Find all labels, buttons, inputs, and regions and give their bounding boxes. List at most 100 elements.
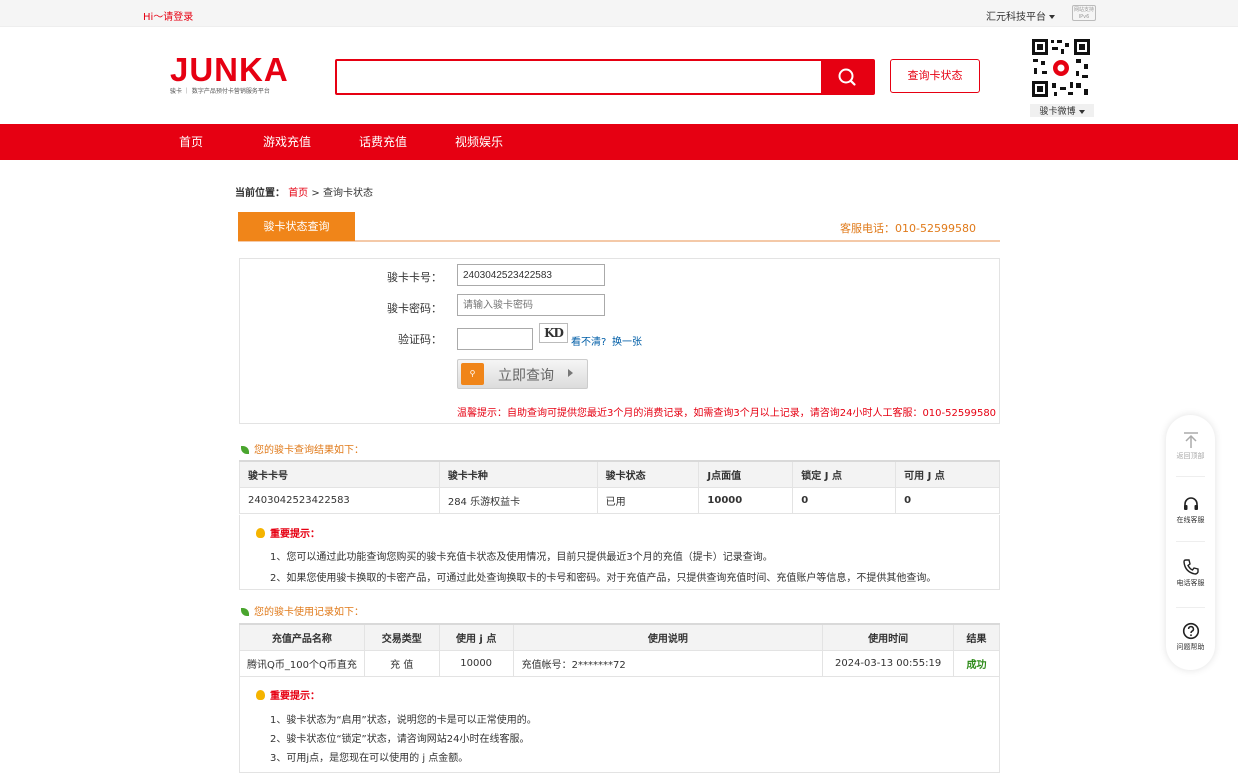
usage-notes: 重要提示： 1、骏卡状态为“启用”状态，说明您的卡是可以正常使用的。 2、骏卡状… (239, 677, 1000, 773)
breadcrumb-current: 查询卡状态 (322, 188, 373, 199)
platform-dropdown[interactable]: 汇元科技平台 (986, 8, 1055, 23)
table-header: 骏卡状态 (596, 460, 700, 488)
captcha-label: 验证码： (398, 333, 442, 346)
note-heading: 重要提示： (256, 687, 320, 702)
note-line: 2、骏卡状态位“锁定”状态，请咨询网站24小时在线客服。 (270, 734, 530, 745)
breadcrumb: 当前位置： 首页 > 查询卡状态 (235, 184, 373, 199)
online-service-button[interactable]: 在线客服 (1166, 495, 1215, 525)
captcha-image[interactable]: KD (539, 323, 568, 343)
breadcrumb-label: 当前位置： (235, 188, 285, 199)
table-header: 充值产品名称 (239, 623, 365, 651)
top-bar: Hi～请登录 汇元科技平台 网站支持 IPv6 (0, 0, 1238, 27)
ipv6-badge: 网站支持 IPv6 (1072, 5, 1096, 21)
weibo-qr[interactable]: 骏卡微博 (1030, 37, 1094, 117)
submit-query-label: 立即查询 (498, 368, 554, 384)
phone-service-button[interactable]: 电话客服 (1166, 558, 1215, 588)
result-notes: 重要提示： 1、您可以通过此功能查询您购买的骏卡充值卡状态及使用情况，目前只提供… (239, 515, 1000, 590)
note-heading-text: 重要提示： (270, 691, 320, 702)
tab-bar: 骏卡状态查询 客服电话：010-52599580 (238, 212, 1000, 242)
caret-down-icon (1078, 109, 1085, 114)
table-header: 骏卡卡号 (239, 460, 440, 488)
search-button[interactable] (821, 61, 873, 93)
help-label: 问题帮助 (1176, 643, 1205, 651)
nav-item-video[interactable]: 视频娱乐 (455, 124, 503, 160)
online-service-label: 在线客服 (1176, 516, 1205, 524)
card-password-input[interactable] (457, 294, 605, 316)
cell-transaction-type: 充 值 (363, 649, 440, 677)
card-number-input[interactable] (457, 264, 605, 286)
card-password-label: 骏卡密码： (387, 302, 442, 315)
back-to-top-label: 返回顶部 (1176, 452, 1205, 460)
help-button[interactable]: 问题帮助 (1166, 622, 1215, 652)
search-input[interactable] (337, 61, 821, 93)
cell-card-type: 284 乐游权益卡 (438, 486, 598, 514)
table-header: 使用 j 点 (438, 623, 514, 651)
tab-card-status-query[interactable]: 骏卡状态查询 (238, 212, 355, 241)
qr-code-icon (1030, 37, 1092, 99)
arrow-up-icon (1183, 432, 1198, 448)
search-icon (838, 68, 856, 86)
change-captcha-link[interactable]: 换一张 (612, 333, 642, 348)
leaf-icon (241, 608, 249, 616)
note-heading: 重要提示： (256, 525, 320, 540)
caret-down-icon (1049, 15, 1055, 19)
floating-sidebar: 返回顶部 在线客服 电话客服 问题帮助 (1166, 415, 1215, 670)
result-table: 骏卡卡号 骏卡卡种 骏卡状态 J点面值 锁定 J 点 可用 J 点 240304… (239, 460, 1000, 514)
nav-item-home[interactable]: 首页 (179, 124, 203, 160)
table-header: 使用时间 (822, 623, 955, 651)
cell-product-name: 腾讯Q币_100个Q币直充 (239, 649, 365, 677)
result-title-text: 您的骏卡查询结果如下： (254, 445, 364, 456)
leaf-icon (241, 446, 249, 454)
search-box (335, 59, 875, 95)
lightbulb-icon (256, 690, 265, 700)
main-nav: 首页 游戏充值 话费充值 视频娱乐 (0, 124, 1238, 160)
table-header: J点面值 (698, 460, 794, 488)
usage-title-text: 您的骏卡使用记录如下： (254, 607, 364, 618)
cell-usage-description: 充值帐号：2*******72 (512, 649, 824, 677)
weibo-label-text: 骏卡微博 (1039, 107, 1076, 117)
reminder-tip: 温馨提示：自助查询可提供您最近3个月的消费记录，如需查询3个月以上记录，请咨询2… (457, 408, 997, 419)
note-line: 3、可用j点，是您现在可以使用的 j 点金额。 (270, 753, 469, 764)
result-section-title: 您的骏卡查询结果如下： (241, 441, 364, 456)
question-icon (1182, 622, 1199, 640)
usage-table: 充值产品名称 交易类型 使用 j 点 使用说明 使用时间 结果 腾讯Q币_100… (239, 623, 1000, 677)
cant-see-link[interactable]: 看不清? (571, 333, 606, 348)
cell-face-value: 10000 (698, 486, 794, 514)
nav-item-game-recharge[interactable]: 游戏充值 (263, 124, 311, 160)
cell-usage-time: 2024-03-13 00:55:19 (822, 649, 955, 677)
table-header: 结果 (953, 623, 1000, 651)
cell-used-points: 10000 (438, 649, 514, 677)
table-header: 使用说明 (512, 623, 824, 651)
platform-label: 汇元科技平台 (986, 12, 1046, 23)
ipv6-badge-line2: IPv6 (1078, 14, 1090, 20)
lightbulb-icon (256, 528, 265, 538)
logo[interactable]: JUNKA 骏卡 ｜ 数字产品预付卡营销服务平台 (170, 51, 289, 95)
arrow-right-icon (568, 369, 573, 377)
cell-result: 成功 (953, 649, 1000, 677)
breadcrumb-sep: > (311, 188, 320, 199)
login-link[interactable]: Hi～请登录 (143, 8, 193, 23)
table-header: 锁定 J 点 (792, 460, 897, 488)
divider (1176, 476, 1205, 477)
submit-query-button[interactable]: ⚲ 立即查询 (457, 359, 588, 389)
note-line: 1、您可以通过此功能查询您购买的骏卡充值卡状态及使用情况，目前只提供最近3个月的… (270, 552, 773, 563)
captcha-input[interactable] (457, 328, 533, 350)
note-heading-text: 重要提示： (270, 529, 320, 540)
cell-locked-points: 0 (792, 486, 897, 514)
divider (1176, 607, 1205, 608)
note-line: 2、如果您使用骏卡换取的卡密产品，可通过此处查询换取卡的卡号和密码。对于充值产品… (270, 573, 937, 584)
table-header: 交易类型 (363, 623, 440, 651)
cell-available-points: 0 (895, 486, 1000, 514)
header: JUNKA 骏卡 ｜ 数字产品预付卡营销服务平台 查询卡状态 骏卡微博 (0, 27, 1238, 124)
phone-icon (1182, 559, 1199, 575)
service-phone: 客服电话：010-52599580 (840, 222, 976, 235)
nav-item-phone-recharge[interactable]: 话费充值 (359, 124, 407, 160)
back-to-top-button[interactable]: 返回顶部 (1166, 431, 1215, 461)
cell-card-number: 2403042523422583 (239, 486, 440, 514)
table-header: 骏卡卡种 (438, 460, 598, 488)
logo-wordmark: JUNKA (170, 51, 289, 88)
breadcrumb-home[interactable]: 首页 (288, 188, 308, 199)
query-card-status-button[interactable]: 查询卡状态 (890, 59, 980, 93)
query-form: 骏卡卡号： 骏卡密码： 验证码： KD 看不清? 换一张 ⚲ 立即查询 温馨提示… (239, 258, 1000, 424)
usage-section-title: 您的骏卡使用记录如下： (241, 603, 364, 618)
